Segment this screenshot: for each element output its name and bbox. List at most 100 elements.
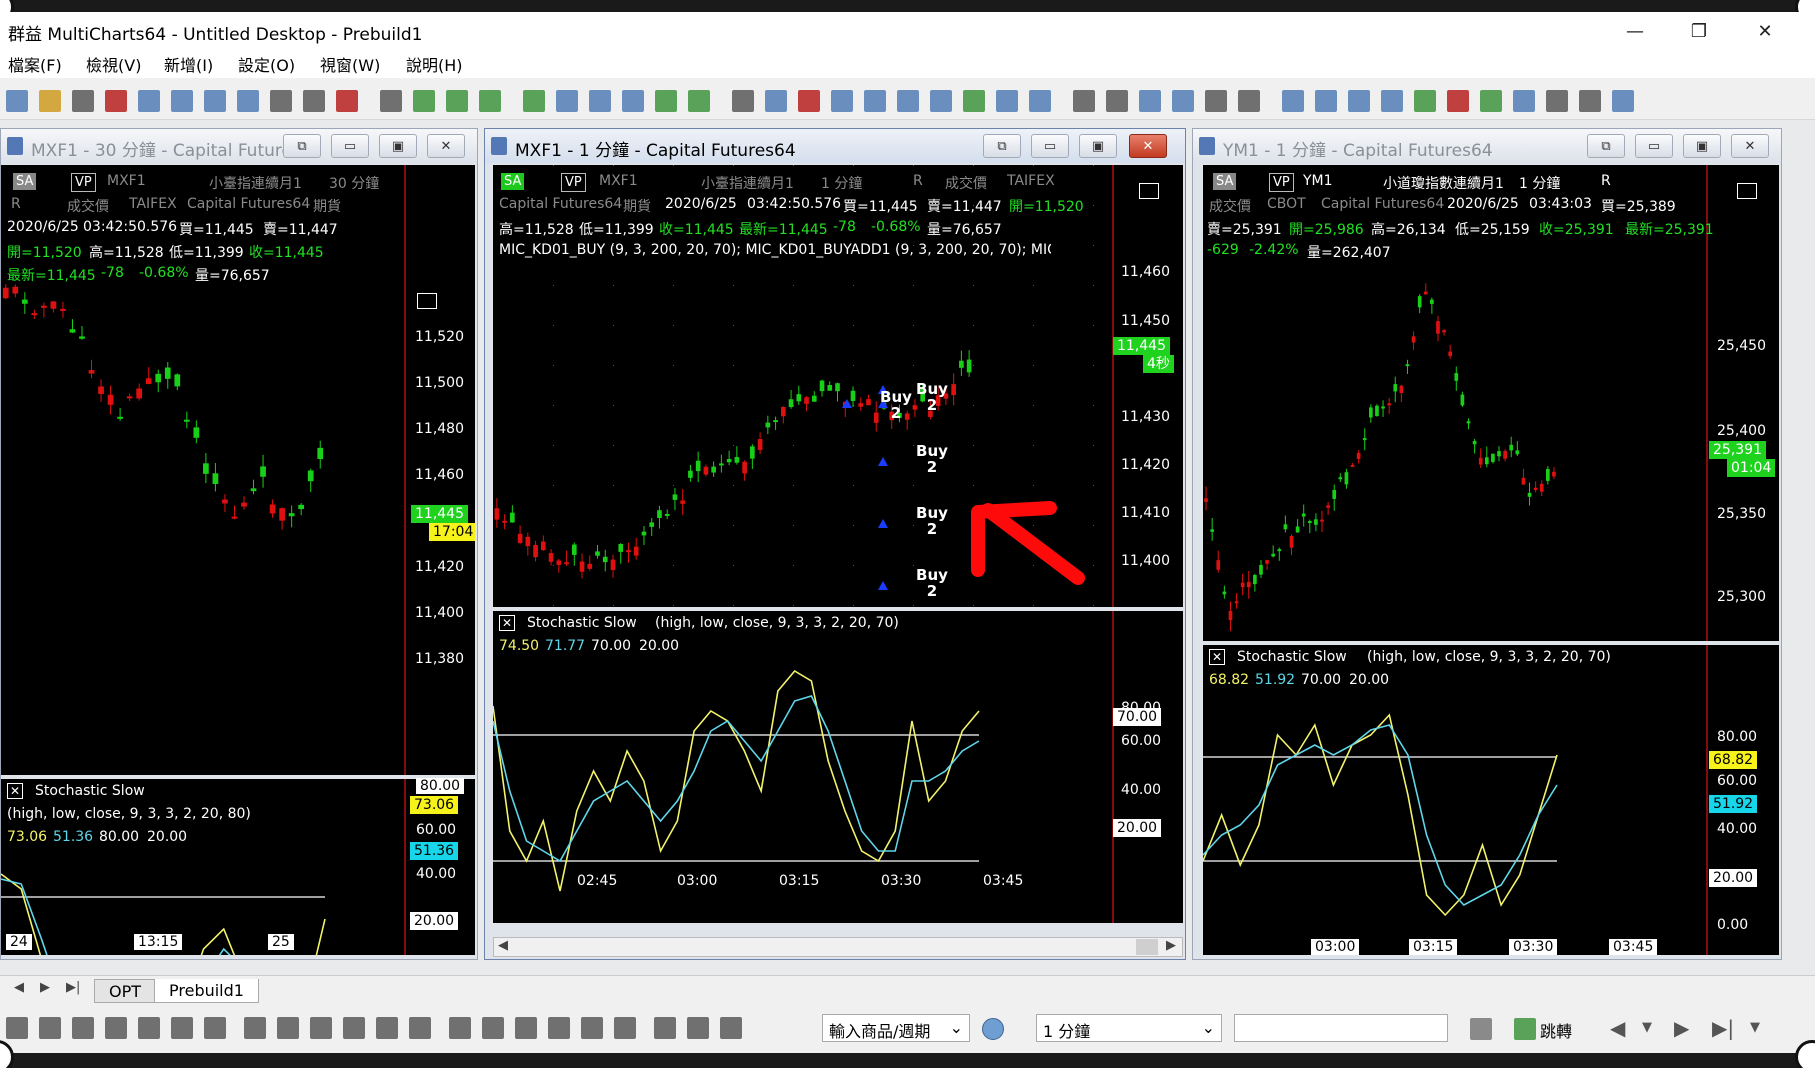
chevron-down-icon[interactable]: ▼ xyxy=(1750,1020,1760,1035)
toolbar-tool-icon[interactable] xyxy=(523,90,545,112)
window-close-button[interactable]: ✕ xyxy=(427,134,465,158)
drawing-tool-icon[interactable] xyxy=(376,1017,398,1039)
drawing-tool-icon[interactable] xyxy=(654,1017,676,1039)
toolbar-tool-icon[interactable] xyxy=(1106,90,1128,112)
toolbar-tool-icon[interactable] xyxy=(1414,90,1436,112)
horizontal-scrollbar[interactable]: ◀ ▶ xyxy=(493,937,1183,957)
drawing-tool-icon[interactable] xyxy=(343,1017,365,1039)
drawing-tool-icon[interactable] xyxy=(171,1017,193,1039)
drawing-tool-icon[interactable] xyxy=(409,1017,431,1039)
toolbar-tool-icon[interactable] xyxy=(1029,90,1051,112)
toolbar-tool-icon[interactable] xyxy=(1073,90,1095,112)
menu-file[interactable]: 檔案(F) xyxy=(8,52,62,76)
toolbar-tool-icon[interactable] xyxy=(655,90,677,112)
chart-window-titlebar[interactable]: MXF1 - 30 分鐘 - Capital Future ⧉ ▭ ▣ ✕ xyxy=(1,129,477,163)
drawing-tool-icon[interactable] xyxy=(204,1017,226,1039)
menu-window[interactable]: 視窗(W) xyxy=(320,52,380,76)
chart-window-ym1-1min[interactable]: YM1 - 1 分鐘 - Capital Futures64 ⧉ ▭ ▣ ✕ S… xyxy=(1192,128,1782,960)
indicator-close-icon[interactable]: ✕ xyxy=(7,783,23,799)
toolbar-tool-icon[interactable] xyxy=(622,90,644,112)
vp-badge[interactable]: VP xyxy=(1269,173,1294,192)
price-plot[interactable]: SA VP MXF1 小臺指連續月1 30 分鐘 R 成交價 TAIFEX Ca… xyxy=(1,165,475,775)
vp-badge[interactable]: VP xyxy=(561,173,586,192)
scroll-thumb[interactable] xyxy=(1136,939,1158,955)
drawing-tool-icon[interactable] xyxy=(548,1017,570,1039)
menu-insert[interactable]: 新增(I) xyxy=(164,52,213,76)
drawing-tool-icon[interactable] xyxy=(105,1017,127,1039)
scroll-right-icon[interactable] xyxy=(417,293,437,309)
interval-combo[interactable]: 1 分鐘 ⌄ xyxy=(1036,1014,1222,1042)
toolbar-tool-icon[interactable] xyxy=(732,90,754,112)
toolbar-tool-icon[interactable] xyxy=(1282,90,1304,112)
jump-label[interactable]: 跳轉 xyxy=(1540,1018,1572,1042)
chevron-down-icon[interactable]: ▼ xyxy=(1642,1020,1652,1035)
toolbar-tool-icon[interactable] xyxy=(1447,90,1469,112)
nav-next-icon[interactable]: ▶ xyxy=(1674,1016,1689,1040)
window-minimize-button[interactable]: ▭ xyxy=(1031,134,1069,158)
indicator-close-icon[interactable]: ✕ xyxy=(499,615,515,631)
toolbar-tool-icon[interactable] xyxy=(1381,90,1403,112)
toolbar-tool-icon[interactable] xyxy=(963,90,985,112)
toolbar-tool-icon[interactable] xyxy=(138,90,160,112)
tab-opt[interactable]: OPT xyxy=(94,979,157,1003)
drawing-tool-icon[interactable] xyxy=(6,1017,28,1039)
toolbar-tool-icon[interactable] xyxy=(1612,90,1634,112)
toolbar-tool-icon[interactable] xyxy=(72,90,94,112)
nav-first-icon[interactable]: ◀ xyxy=(1610,1016,1625,1040)
drawing-tool-icon[interactable] xyxy=(515,1017,537,1039)
drawing-tool-icon[interactable] xyxy=(482,1017,504,1039)
drawing-tool-icon[interactable] xyxy=(720,1017,742,1039)
drawing-tool-icon[interactable] xyxy=(449,1017,471,1039)
drawing-tool-icon[interactable] xyxy=(138,1017,160,1039)
drawing-tool-icon[interactable] xyxy=(244,1017,266,1039)
menu-view[interactable]: 檢視(V) xyxy=(86,52,141,76)
window-close-button[interactable]: ✕ xyxy=(1129,134,1167,158)
drawing-tool-icon[interactable] xyxy=(614,1017,636,1039)
calendar-icon[interactable] xyxy=(1470,1018,1492,1040)
menu-settings[interactable]: 設定(O) xyxy=(238,52,295,76)
tab-prebuild1[interactable]: Prebuild1 xyxy=(154,979,259,1003)
window-minimize-button[interactable]: ▭ xyxy=(331,134,369,158)
window-restore-button[interactable]: ▣ xyxy=(379,134,417,158)
indicator-plot[interactable]: ✕ Stochastic Slow (high, low, close, 9, … xyxy=(493,611,1183,923)
drawing-tool-icon[interactable] xyxy=(310,1017,332,1039)
tab-prev-icon[interactable]: ◀ xyxy=(14,980,24,995)
toolbar-tool-icon[interactable] xyxy=(897,90,919,112)
drawing-tool-icon[interactable] xyxy=(687,1017,709,1039)
symbol-interval-combo[interactable]: 輸入商品/週期 ⌄ xyxy=(822,1014,970,1042)
toolbar-tool-icon[interactable] xyxy=(1348,90,1370,112)
window-restore-button[interactable]: ▣ xyxy=(1079,134,1117,158)
drawing-tool-icon[interactable] xyxy=(277,1017,299,1039)
close-button[interactable]: ✕ xyxy=(1742,14,1788,48)
indicator-close-icon[interactable]: ✕ xyxy=(1209,649,1225,665)
scroll-right-icon[interactable] xyxy=(1737,183,1757,199)
toolbar-tool-icon[interactable] xyxy=(688,90,710,112)
window-restore-button[interactable]: ▣ xyxy=(1683,134,1721,158)
menu-help[interactable]: 說明(H) xyxy=(406,52,463,76)
chart-window-titlebar[interactable]: MXF1 - 1 分鐘 - Capital Futures64 ⧉ ▭ ▣ ✕ xyxy=(485,129,1185,163)
restore-button[interactable]: ❐ xyxy=(1676,14,1722,48)
drawing-tool-icon[interactable] xyxy=(72,1017,94,1039)
scroll-right-icon[interactable] xyxy=(1139,183,1159,199)
scroll-right-arrow-icon[interactable]: ▶ xyxy=(1166,938,1176,953)
toolbar-tool-icon[interactable] xyxy=(413,90,435,112)
toolbar-tool-icon[interactable] xyxy=(1238,90,1260,112)
sa-badge[interactable]: SA xyxy=(1213,173,1237,190)
toolbar-tool-icon[interactable] xyxy=(1480,90,1502,112)
toolbar-tool-icon[interactable] xyxy=(270,90,292,112)
minimize-button[interactable]: — xyxy=(1612,14,1658,48)
toolbar-tool-icon[interactable] xyxy=(303,90,325,112)
vp-badge[interactable]: VP xyxy=(71,173,96,192)
scroll-left-icon[interactable]: ◀ xyxy=(498,938,508,953)
nav-last-icon[interactable]: ▶| xyxy=(1712,1016,1734,1040)
window-minimize-button[interactable]: ▭ xyxy=(1635,134,1673,158)
toolbar-tool-icon[interactable] xyxy=(204,90,226,112)
link-icon[interactable]: ⧉ xyxy=(983,134,1021,158)
toolbar-tool-icon[interactable] xyxy=(556,90,578,112)
jump-icon[interactable] xyxy=(1514,1018,1536,1040)
price-plot[interactable]: SA VP YM1 小道瓊指數連續月1 1 分鐘 R 成交價 CBOT Capi… xyxy=(1203,165,1779,641)
toolbar-tool-icon[interactable] xyxy=(336,90,358,112)
toolbar-tool-icon[interactable] xyxy=(105,90,127,112)
sa-badge[interactable]: SA xyxy=(13,173,37,190)
time-input[interactable] xyxy=(1234,1014,1448,1042)
